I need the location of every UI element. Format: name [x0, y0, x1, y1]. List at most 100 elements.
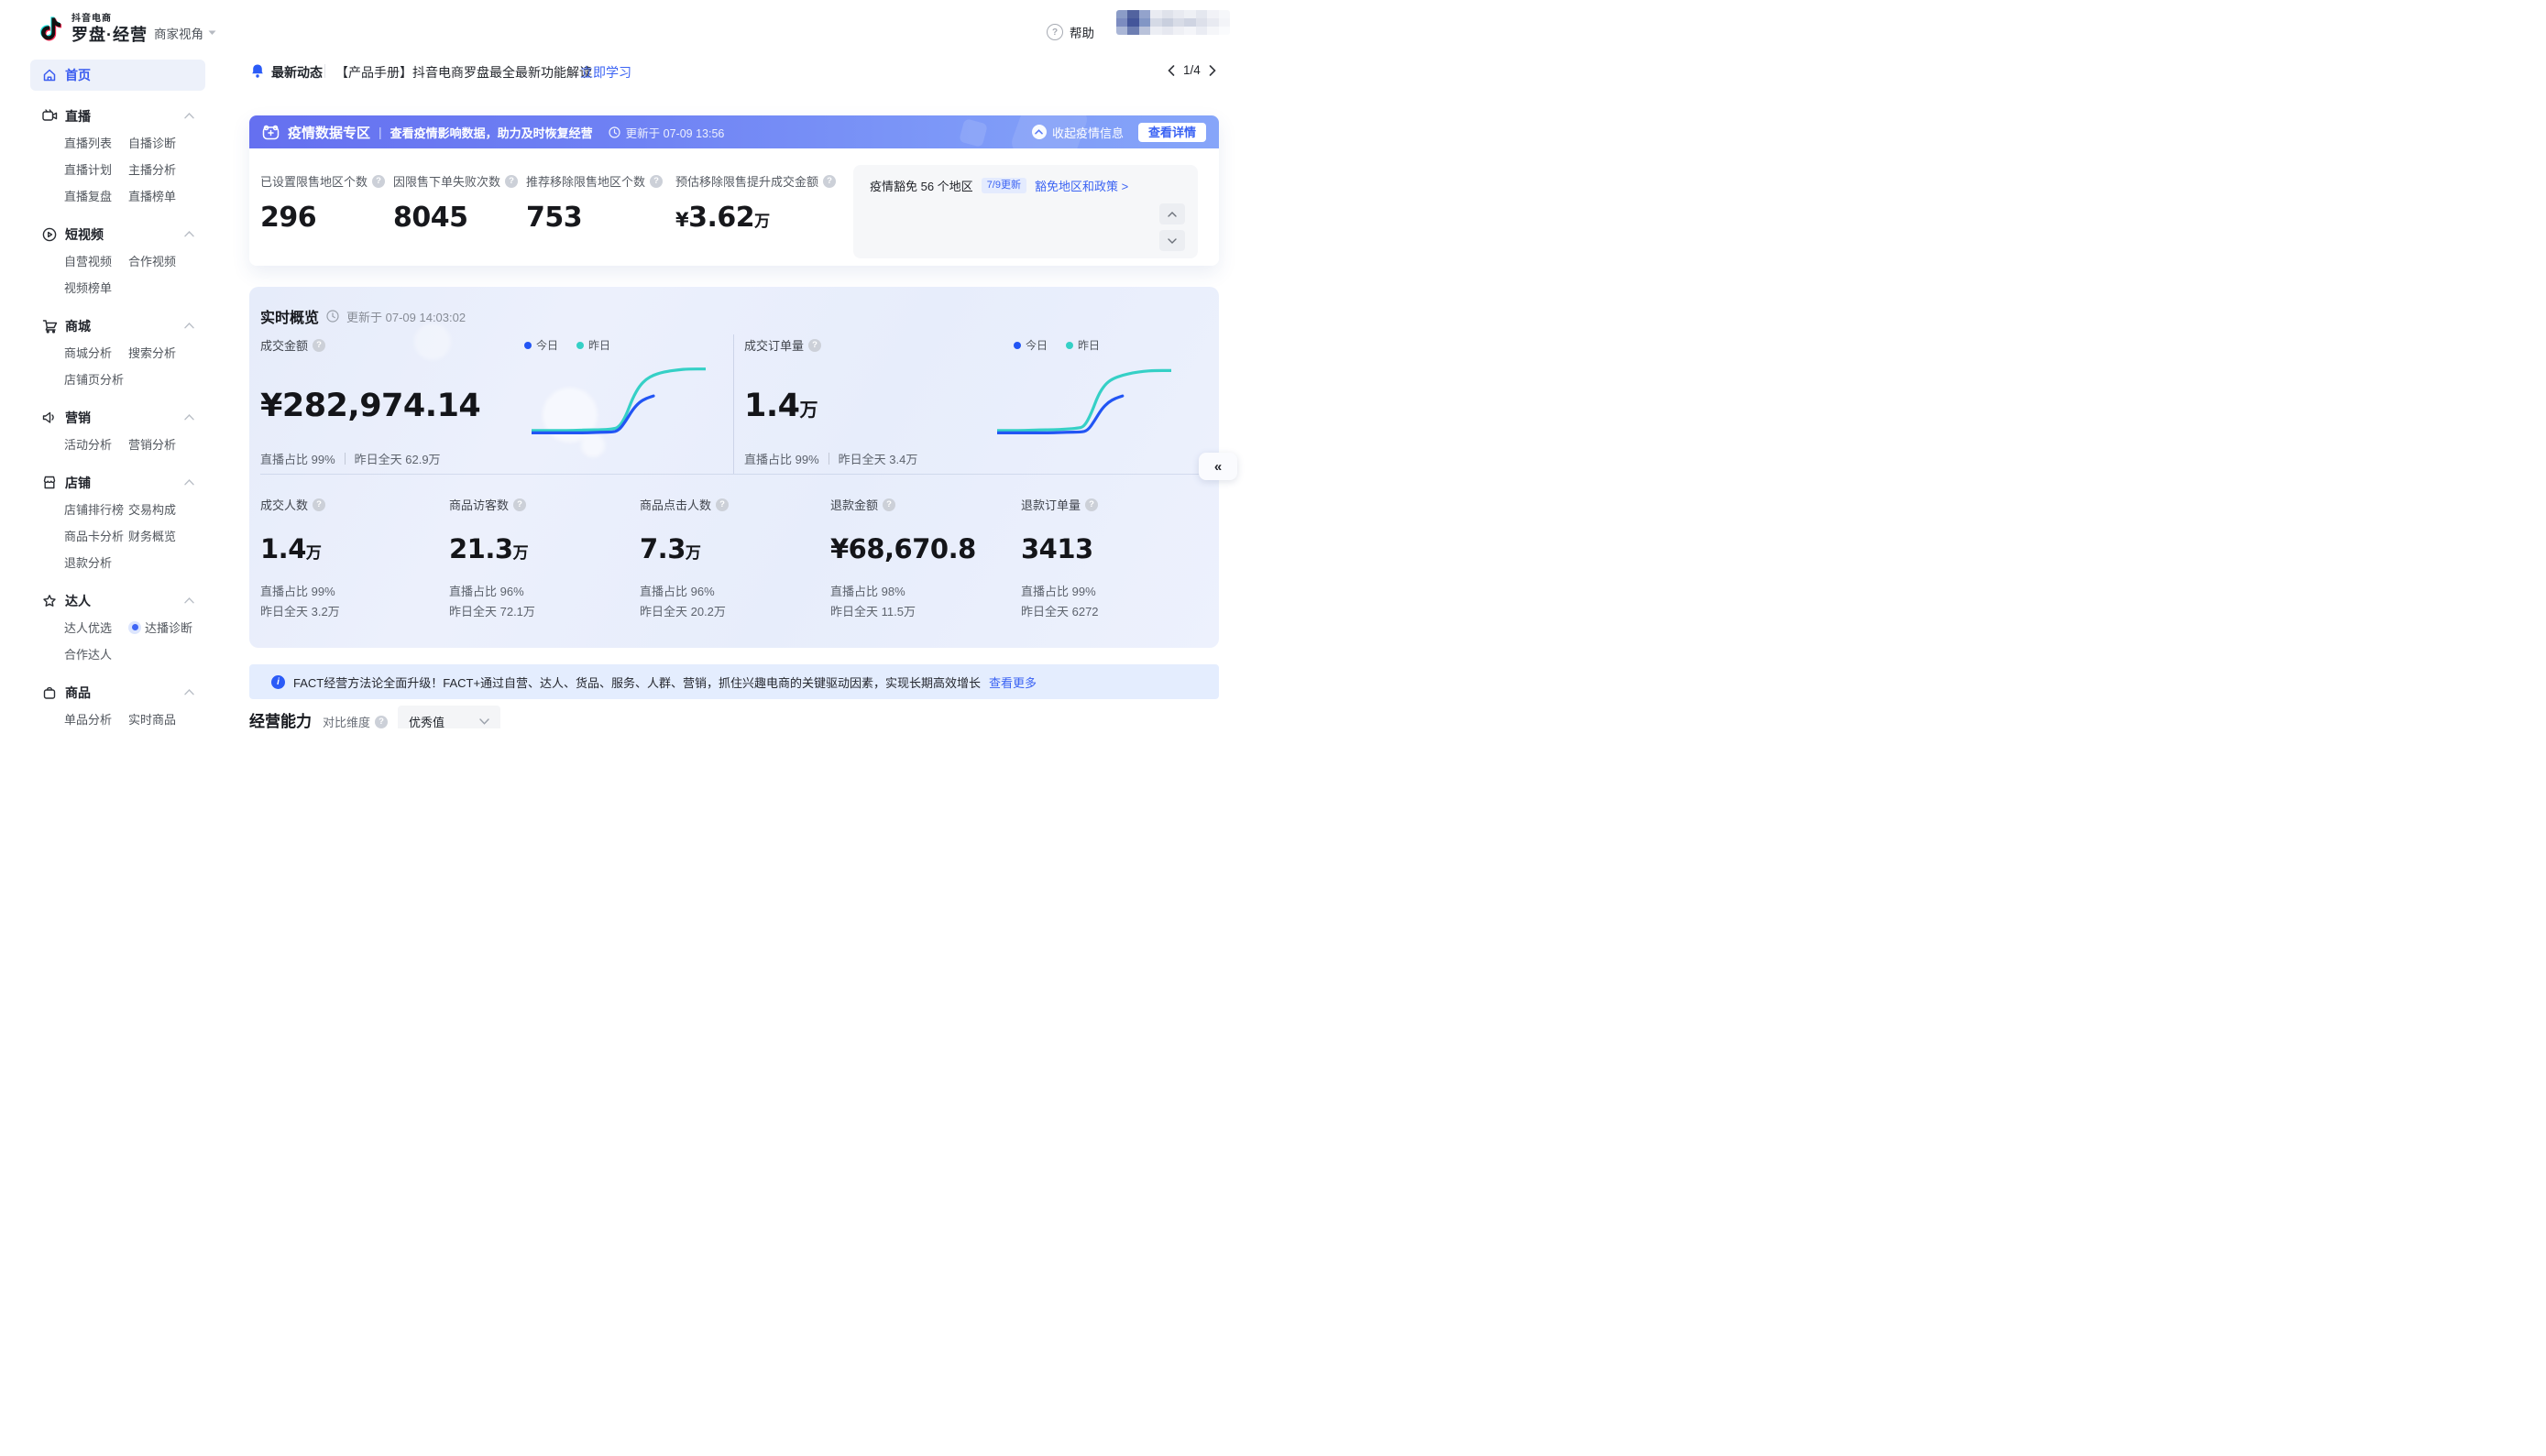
- epidemic-banner-title: 疫情数据专区: [288, 123, 370, 142]
- sidebar-sub-row: 直播列表自播诊断: [0, 129, 229, 156]
- chevron-down-icon: [479, 718, 489, 725]
- news-learn-link[interactable]: 立即学习: [580, 63, 631, 82]
- sidebar-item-视频榜单[interactable]: 视频榜单: [64, 279, 125, 296]
- sidebar-group-header[interactable]: 商品: [0, 679, 229, 706]
- sidebar-item-主播分析[interactable]: 主播分析: [128, 160, 176, 178]
- sidebar-group-店铺: 店铺店铺排行榜交易构成商品卡分析财务概览退款分析: [0, 469, 229, 575]
- pager-next-button[interactable]: [1209, 65, 1216, 76]
- fact-banner: i FACT经营方法论全面升级！FACT+通过自营、达人、货品、服务、人群、营销…: [249, 664, 1219, 699]
- epidemic-banner-body: 已设置限售地区个数?296因限售下单失败次数?8045推荐移除限售地区个数?75…: [249, 148, 1219, 266]
- sidebar-item-直播计划[interactable]: 直播计划: [64, 160, 125, 178]
- benchmark-dropdown[interactable]: 优秀值: [398, 706, 500, 728]
- exemption-update-badge[interactable]: 7/9更新: [982, 178, 1026, 193]
- sidebar-item-自营视频[interactable]: 自营视频: [64, 252, 125, 269]
- user-avatar-blurred[interactable]: [1116, 10, 1230, 35]
- chevron-up-icon[interactable]: [184, 323, 194, 329]
- app-title: 罗盘·经营: [71, 27, 148, 43]
- view-details-button[interactable]: 查看详情: [1138, 123, 1206, 142]
- chevron-up-icon[interactable]: [184, 689, 194, 695]
- sidebar-item-店铺排行榜[interactable]: 店铺排行榜: [64, 500, 125, 518]
- sidebar-item-搜索分析[interactable]: 搜索分析: [128, 344, 176, 361]
- play-circle-icon: [42, 227, 58, 242]
- question-circle-icon[interactable]: ?: [716, 498, 729, 511]
- metric-value: 1.4万: [260, 533, 321, 564]
- douyin-logo-icon: [37, 15, 64, 44]
- realtime-overview-card: 实时概览 更新于 07-09 14:03:02 成交金额? 今日 昨日 ¥282…: [249, 287, 1219, 648]
- chevron-up-icon[interactable]: [184, 479, 194, 486]
- sidebar-item-自播诊断[interactable]: 自播诊断: [128, 134, 176, 151]
- chevron-up-icon[interactable]: [184, 597, 194, 604]
- sidebar-item-单品分析[interactable]: 单品分析: [64, 710, 125, 728]
- sidebar-item-达人优选[interactable]: 达人优选: [64, 619, 125, 636]
- question-circle-icon[interactable]: ?: [808, 339, 821, 352]
- sidebar-item-退款分析[interactable]: 退款分析: [64, 553, 125, 571]
- sidebar-item-店铺页分析[interactable]: 店铺页分析: [64, 370, 125, 388]
- medical-kit-icon: [262, 125, 280, 140]
- perspective-switcher[interactable]: 商家视角: [154, 24, 216, 42]
- question-circle-icon[interactable]: ?: [313, 339, 325, 352]
- metric-yesterday-total: 昨日全天 20.2万: [640, 602, 726, 619]
- question-circle-icon[interactable]: ?: [372, 175, 385, 188]
- metric-value: 21.3万: [449, 533, 528, 564]
- metric-label: 成交订单量?: [744, 336, 821, 354]
- chevron-up-icon[interactable]: [184, 231, 194, 237]
- scroll-up-button[interactable]: [1159, 203, 1185, 224]
- question-circle-icon[interactable]: ?: [313, 498, 325, 511]
- bag-icon: [42, 685, 58, 700]
- collapse-panel-handle[interactable]: «: [1199, 453, 1237, 480]
- sidebar-item-直播列表[interactable]: 直播列表: [64, 134, 125, 151]
- news-headline[interactable]: 【产品手册】抖音电商罗盘最全最新功能解读: [335, 63, 592, 82]
- sidebar-sub-row: 视频榜单: [0, 274, 229, 301]
- sidebar-item-达播诊断[interactable]: 达播诊断: [145, 619, 192, 636]
- sidebar-item-交易构成[interactable]: 交易构成: [128, 500, 176, 518]
- epidemic-updated-time: 更新于 07-09 13:56: [609, 124, 725, 141]
- pager-prev-button[interactable]: [1168, 65, 1175, 76]
- sidebar-item-合作视频[interactable]: 合作视频: [128, 252, 176, 269]
- sidebar-group-header[interactable]: 营销: [0, 404, 229, 431]
- question-circle-icon[interactable]: ?: [883, 498, 895, 511]
- sidebar-item-直播复盘[interactable]: 直播复盘: [64, 187, 125, 204]
- sidebar-item-实时商品[interactable]: 实时商品: [128, 710, 176, 728]
- fact-see-more-link[interactable]: 查看更多: [989, 673, 1037, 691]
- sidebar-group-header[interactable]: 达人: [0, 587, 229, 614]
- exemption-policy-link[interactable]: 豁免地区和政策 >: [1035, 177, 1128, 194]
- perspective-label: 商家视角: [154, 24, 203, 42]
- sidebar-item-营销分析[interactable]: 营销分析: [128, 435, 176, 453]
- metric-yesterday-total: 昨日全天 11.5万: [830, 602, 916, 619]
- question-circle-icon[interactable]: ?: [650, 175, 663, 188]
- sidebar-group-header[interactable]: 直播: [0, 103, 229, 129]
- exemption-text: 疫情豁免 56 个地区: [870, 177, 973, 194]
- sidebar-group-header[interactable]: 短视频: [0, 221, 229, 247]
- today-dot-icon: [524, 342, 532, 349]
- chevron-up-icon[interactable]: [184, 414, 194, 421]
- sidebar-item-商城分析[interactable]: 商城分析: [64, 344, 125, 361]
- help-button[interactable]: ? 帮助: [1047, 23, 1094, 41]
- video-camera-icon: [42, 109, 58, 123]
- question-circle-icon[interactable]: ?: [513, 498, 526, 511]
- chart-legend: 今日 昨日: [524, 337, 610, 353]
- metric-label: 商品访客数: [449, 496, 509, 513]
- double-chevron-left-icon: «: [1214, 459, 1222, 475]
- sidebar-group-label: 商城: [65, 317, 91, 335]
- scroll-down-button[interactable]: [1159, 230, 1185, 251]
- news-pager: 1/4: [1168, 63, 1216, 77]
- question-circle-icon[interactable]: ?: [1085, 498, 1098, 511]
- sidebar-group-短视频: 短视频自营视频合作视频视频榜单: [0, 221, 229, 301]
- question-circle-icon[interactable]: ?: [375, 716, 388, 728]
- orders-sparkline-chart: [997, 363, 1171, 440]
- sidebar-item-直播榜单[interactable]: 直播榜单: [128, 187, 176, 204]
- chevron-up-icon[interactable]: [184, 113, 194, 119]
- sidebar-item-商品卡分析[interactable]: 商品卡分析: [64, 527, 125, 544]
- sidebar-item-活动分析[interactable]: 活动分析: [64, 435, 125, 453]
- question-circle-icon[interactable]: ?: [505, 175, 518, 188]
- sidebar-group-header[interactable]: 商城: [0, 312, 229, 339]
- home-icon: [42, 68, 57, 82]
- sidebar-item-财务概览[interactable]: 财务概览: [128, 527, 176, 544]
- info-icon: i: [271, 675, 285, 689]
- sidebar-item-合作达人[interactable]: 合作达人: [64, 645, 125, 662]
- sidebar-group-header[interactable]: 店铺: [0, 469, 229, 496]
- collapse-epidemic-button[interactable]: 收起疫情信息: [1032, 124, 1124, 141]
- sidebar-item-home[interactable]: 首页: [30, 60, 205, 91]
- question-circle-icon[interactable]: ?: [823, 175, 836, 188]
- app-logo-wordmark: 抖音电商 罗盘·经营: [71, 15, 148, 43]
